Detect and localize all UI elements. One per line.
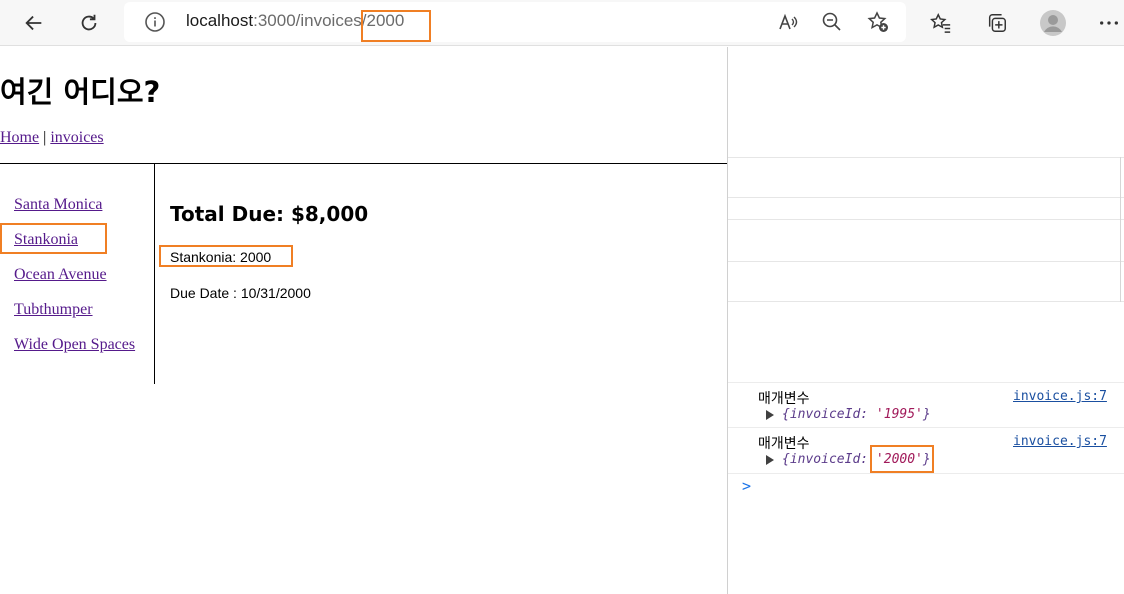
collections-icon[interactable] xyxy=(982,8,1012,38)
sidebar-highlight-box xyxy=(0,223,107,254)
console-source-link[interactable]: invoice.js:7 xyxy=(1013,434,1107,449)
zoom-out-icon[interactable] xyxy=(821,11,843,33)
devtools-separator xyxy=(728,219,1124,220)
invoice-total-due: Total Due: $8,000 xyxy=(170,202,369,226)
sidebar-item-wide-open-spaces[interactable]: Wide Open Spaces xyxy=(14,336,135,354)
nav-separator: | xyxy=(39,129,51,146)
url-host: localhost xyxy=(186,11,254,30)
console-prompt[interactable]: > xyxy=(742,477,751,495)
address-bar[interactable]: localhost:3000/invoices/2000 xyxy=(124,2,906,42)
invoice-sidebar: Santa Monica Stankonia Ocean Avenue Tubt… xyxy=(0,164,155,384)
nav-invoices-link[interactable]: invoices xyxy=(50,129,103,146)
sidebar-item-santa-monica[interactable]: Santa Monica xyxy=(14,196,102,214)
expand-triangle-icon[interactable] xyxy=(766,455,774,465)
read-aloud-icon[interactable] xyxy=(777,11,799,33)
console-value-highlight-box xyxy=(870,445,934,473)
back-arrow-icon[interactable] xyxy=(19,8,49,38)
expand-triangle-icon[interactable] xyxy=(766,410,774,420)
info-icon[interactable] xyxy=(144,11,166,33)
nav-home-link[interactable]: Home xyxy=(0,129,39,146)
page-viewport: 여긴 어디오? Home | invoices Santa Monica Sta… xyxy=(0,47,727,594)
more-icon[interactable] xyxy=(1094,8,1124,38)
url-path: :3000/invoices xyxy=(253,11,362,30)
console-object[interactable]: {invoiceId: '1995'} xyxy=(782,407,931,422)
console-object-value: '1995' xyxy=(875,407,923,422)
invoice-due-date: Due Date : 10/31/2000 xyxy=(170,285,311,301)
browser-toolbar: localhost:3000/invoices/2000 xyxy=(0,0,1124,46)
favorites-icon[interactable] xyxy=(926,8,956,38)
devtools-separator xyxy=(728,301,1124,302)
devtools-separator xyxy=(728,261,1124,262)
console-message-label: 매개변수 xyxy=(758,391,810,407)
add-favorite-icon[interactable] xyxy=(867,11,889,33)
invoice-highlight-box xyxy=(159,245,293,267)
page-title: 여긴 어디오? xyxy=(0,75,161,109)
profile-icon[interactable] xyxy=(1038,8,1068,38)
devtools-separator xyxy=(728,157,1124,158)
console-source-link[interactable]: invoice.js:7 xyxy=(1013,389,1107,404)
devtools-separator xyxy=(728,197,1124,198)
console-object-prefix: {invoiceId: xyxy=(782,407,876,422)
devtools-side-strip xyxy=(1120,157,1124,302)
console-object-prefix: {invoiceId: xyxy=(782,452,876,467)
sidebar-item-tubthumper[interactable]: Tubthumper xyxy=(14,301,93,319)
console-object-suffix: } xyxy=(922,407,931,422)
console-message-label: 매개변수 xyxy=(758,436,810,452)
refresh-icon[interactable] xyxy=(74,8,104,38)
devtools-panel: 매개변수 invoice.js:7 {invoiceId: '1995'} 매개… xyxy=(727,47,1124,594)
console-message: 매개변수 invoice.js:7 {invoiceId: '1995'} xyxy=(728,382,1124,428)
url-highlight-box xyxy=(361,10,431,42)
sidebar-item-ocean-avenue[interactable]: Ocean Avenue xyxy=(14,266,107,284)
top-nav: Home | invoices xyxy=(0,129,104,147)
